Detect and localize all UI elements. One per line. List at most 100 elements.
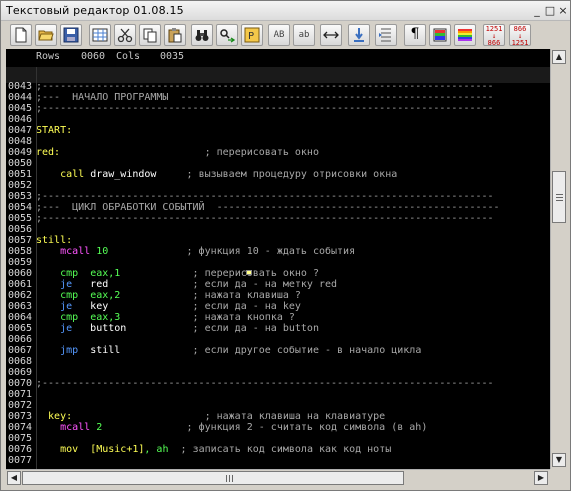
code-token: ; функция 2 - считать код символа (в ah) bbox=[102, 422, 428, 433]
code-line[interactable]: 0064 cmp eax,3 ; нажата кнопка ? bbox=[6, 312, 550, 323]
svg-text:P: P bbox=[248, 31, 254, 42]
line-number: 0070 bbox=[8, 378, 33, 389]
code-line[interactable]: 0059 bbox=[6, 257, 550, 268]
copy-button[interactable] bbox=[139, 24, 161, 46]
code-line[interactable]: 0071 bbox=[6, 389, 550, 400]
code-token: ; перерисовать окно bbox=[60, 147, 319, 158]
code-text: ;---------------------------------------… bbox=[36, 191, 494, 202]
close-button[interactable]: × bbox=[556, 4, 570, 18]
paragraph-button[interactable]: ¶ bbox=[404, 24, 426, 46]
code-token: ; функция 10 - ждать события bbox=[108, 246, 356, 257]
encoding-866-1251-button[interactable]: 866 ↓ 1251 bbox=[509, 24, 531, 47]
code-token: eax,2 bbox=[78, 290, 121, 301]
code-line[interactable]: 0047 START: bbox=[6, 125, 550, 136]
open-file-button[interactable] bbox=[35, 24, 57, 46]
code-line[interactable]: 0058 mcall 10 ; функция 10 - ждать событ… bbox=[6, 246, 550, 257]
find-button[interactable] bbox=[191, 24, 213, 46]
case-upper-button[interactable]: AB bbox=[268, 24, 290, 46]
code-line[interactable]: 0055 ;-----------------------------------… bbox=[6, 213, 550, 224]
indent-button[interactable] bbox=[375, 24, 397, 46]
replace-button[interactable]: P bbox=[241, 24, 263, 46]
line-number: 0054 bbox=[8, 202, 33, 213]
maximize-button[interactable]: □ bbox=[543, 4, 557, 18]
code-line[interactable]: 0074 mcall 2 ; функция 2 - считать код с… bbox=[6, 422, 550, 433]
code-token: call bbox=[36, 169, 85, 180]
vertical-scrollbar[interactable]: ▲ ▼ bbox=[550, 49, 566, 469]
vertical-scroll-thumb[interactable] bbox=[552, 171, 566, 223]
code-line[interactable]: 0057 still: bbox=[6, 235, 550, 246]
line-number: 0060 bbox=[8, 268, 33, 279]
line-number: 0047 bbox=[8, 125, 33, 136]
syntax-button[interactable] bbox=[454, 24, 476, 46]
code-token: ; нажата кнопка ? bbox=[120, 312, 295, 323]
encoding-1251-866-button[interactable]: 1251 ↓ 866 bbox=[483, 24, 505, 47]
find-next-button[interactable] bbox=[216, 24, 238, 46]
code-line[interactable]: 0067 jmp still ; если другое событие - в… bbox=[6, 345, 550, 356]
scroll-right-button[interactable]: ▶ bbox=[534, 471, 548, 485]
code-text: cmp eax,1 ; перерисовать окно ? bbox=[36, 268, 319, 279]
scroll-left-button[interactable]: ◀ bbox=[7, 471, 21, 485]
code-token: ; перерисовать окно ? bbox=[120, 268, 319, 279]
case-lower-button[interactable]: ab bbox=[293, 24, 315, 46]
cut-button[interactable] bbox=[114, 24, 136, 46]
code-token: ; если да - на метку red bbox=[108, 279, 338, 290]
horizontal-scroll-thumb[interactable] bbox=[22, 471, 404, 485]
code-text: cmp eax,3 ; нажата кнопка ? bbox=[36, 312, 295, 323]
code-line[interactable]: 0044 ;--- НАЧАЛО ПРОГРАММЫ --------------… bbox=[6, 92, 550, 103]
scroll-up-button[interactable]: ▲ bbox=[552, 50, 566, 64]
code-token: ;---------------------------------------… bbox=[36, 81, 494, 92]
horizontal-scrollbar[interactable]: ◀ ▶ bbox=[6, 469, 550, 485]
code-line[interactable]: 0077 bbox=[6, 455, 550, 466]
new-file-button[interactable] bbox=[10, 24, 32, 46]
editor-window: Текстовый редактор 01.08.15 _ □ × P AB ab ¶… bbox=[0, 0, 571, 491]
code-line[interactable]: 0061 je red ; если да - на метку red bbox=[6, 279, 550, 290]
colors-button[interactable] bbox=[429, 24, 451, 46]
code-editor[interactable]: 0043 ;-----------------------------------… bbox=[6, 67, 550, 469]
code-text: ;---------------------------------------… bbox=[36, 378, 494, 389]
code-line[interactable]: 0051 call draw_window ; вызываем процеду… bbox=[6, 169, 550, 180]
paste-button[interactable] bbox=[164, 24, 186, 46]
code-line[interactable]: 0048 bbox=[6, 136, 550, 147]
code-line[interactable]: 0053 ;-----------------------------------… bbox=[6, 191, 550, 202]
code-line[interactable]: 0068 bbox=[6, 356, 550, 367]
swap-button[interactable] bbox=[320, 24, 342, 46]
code-token: ;--- НАЧАЛО ПРОГРАММЫ ------------------… bbox=[36, 92, 494, 103]
code-line[interactable]: 0066 bbox=[6, 334, 550, 345]
scroll-down-button[interactable]: ▼ bbox=[552, 453, 566, 467]
code-line[interactable]: 0062 cmp eax,2 ; нажата клавиша ? bbox=[6, 290, 550, 301]
code-line[interactable]: 0069 bbox=[6, 367, 550, 378]
code-line[interactable]: 0075 bbox=[6, 433, 550, 444]
code-text: mcall 2 ; функция 2 - считать код символ… bbox=[36, 422, 427, 433]
code-line[interactable]: 0070 ;-----------------------------------… bbox=[6, 378, 550, 389]
code-line[interactable]: 0054 ;--- ЦИКЛ ОБРАБОТКИ СОБЫТИЙ --------… bbox=[6, 202, 550, 213]
select-all-button[interactable] bbox=[89, 24, 111, 46]
code-line[interactable]: 0072 bbox=[6, 400, 550, 411]
line-number: 0073 bbox=[8, 411, 33, 422]
line-number: 0052 bbox=[8, 180, 33, 191]
code-line[interactable]: 0045 ;-----------------------------------… bbox=[6, 103, 550, 114]
code-line[interactable]: 0076 mov [Music+1], ah ; записать код си… bbox=[6, 444, 550, 455]
line-number: 0067 bbox=[8, 345, 33, 356]
save-file-button[interactable] bbox=[60, 24, 82, 46]
minimize-button[interactable]: _ bbox=[530, 4, 544, 18]
code-line[interactable]: 0056 bbox=[6, 224, 550, 235]
code-line[interactable]: 0063 je key ; если да - на key bbox=[6, 301, 550, 312]
line-number: 0064 bbox=[8, 312, 33, 323]
code-line[interactable]: 0060 cmp eax,1 ; перерисовать окно ? bbox=[6, 268, 550, 279]
code-token: je bbox=[36, 301, 73, 312]
code-line[interactable]: 0046 bbox=[6, 114, 550, 125]
code-text: mov [Music+1], ah ; записать код символа… bbox=[36, 444, 391, 455]
code-token: je bbox=[36, 323, 73, 334]
line-number: 0069 bbox=[8, 367, 33, 378]
code-line[interactable]: 0052 bbox=[6, 180, 550, 191]
go-to-line-button[interactable] bbox=[348, 24, 370, 46]
code-line[interactable]: 0043 ;-----------------------------------… bbox=[6, 81, 550, 92]
code-token: red: bbox=[36, 147, 61, 158]
code-line[interactable]: 0073 key: ; нажата клавиша на клавиатуре bbox=[6, 411, 550, 422]
code-line[interactable]: 0050 bbox=[6, 158, 550, 169]
code-text: ;--- НАЧАЛО ПРОГРАММЫ ------------------… bbox=[36, 92, 494, 103]
title-bar[interactable]: Текстовый редактор 01.08.15 _ □ × bbox=[1, 1, 570, 21]
code-line[interactable]: 0065 je button ; если да - на button bbox=[6, 323, 550, 334]
code-token: ; если другое событие - в начало цикла bbox=[120, 345, 422, 356]
code-line[interactable]: 0049 red: ; перерисовать окно bbox=[6, 147, 550, 158]
